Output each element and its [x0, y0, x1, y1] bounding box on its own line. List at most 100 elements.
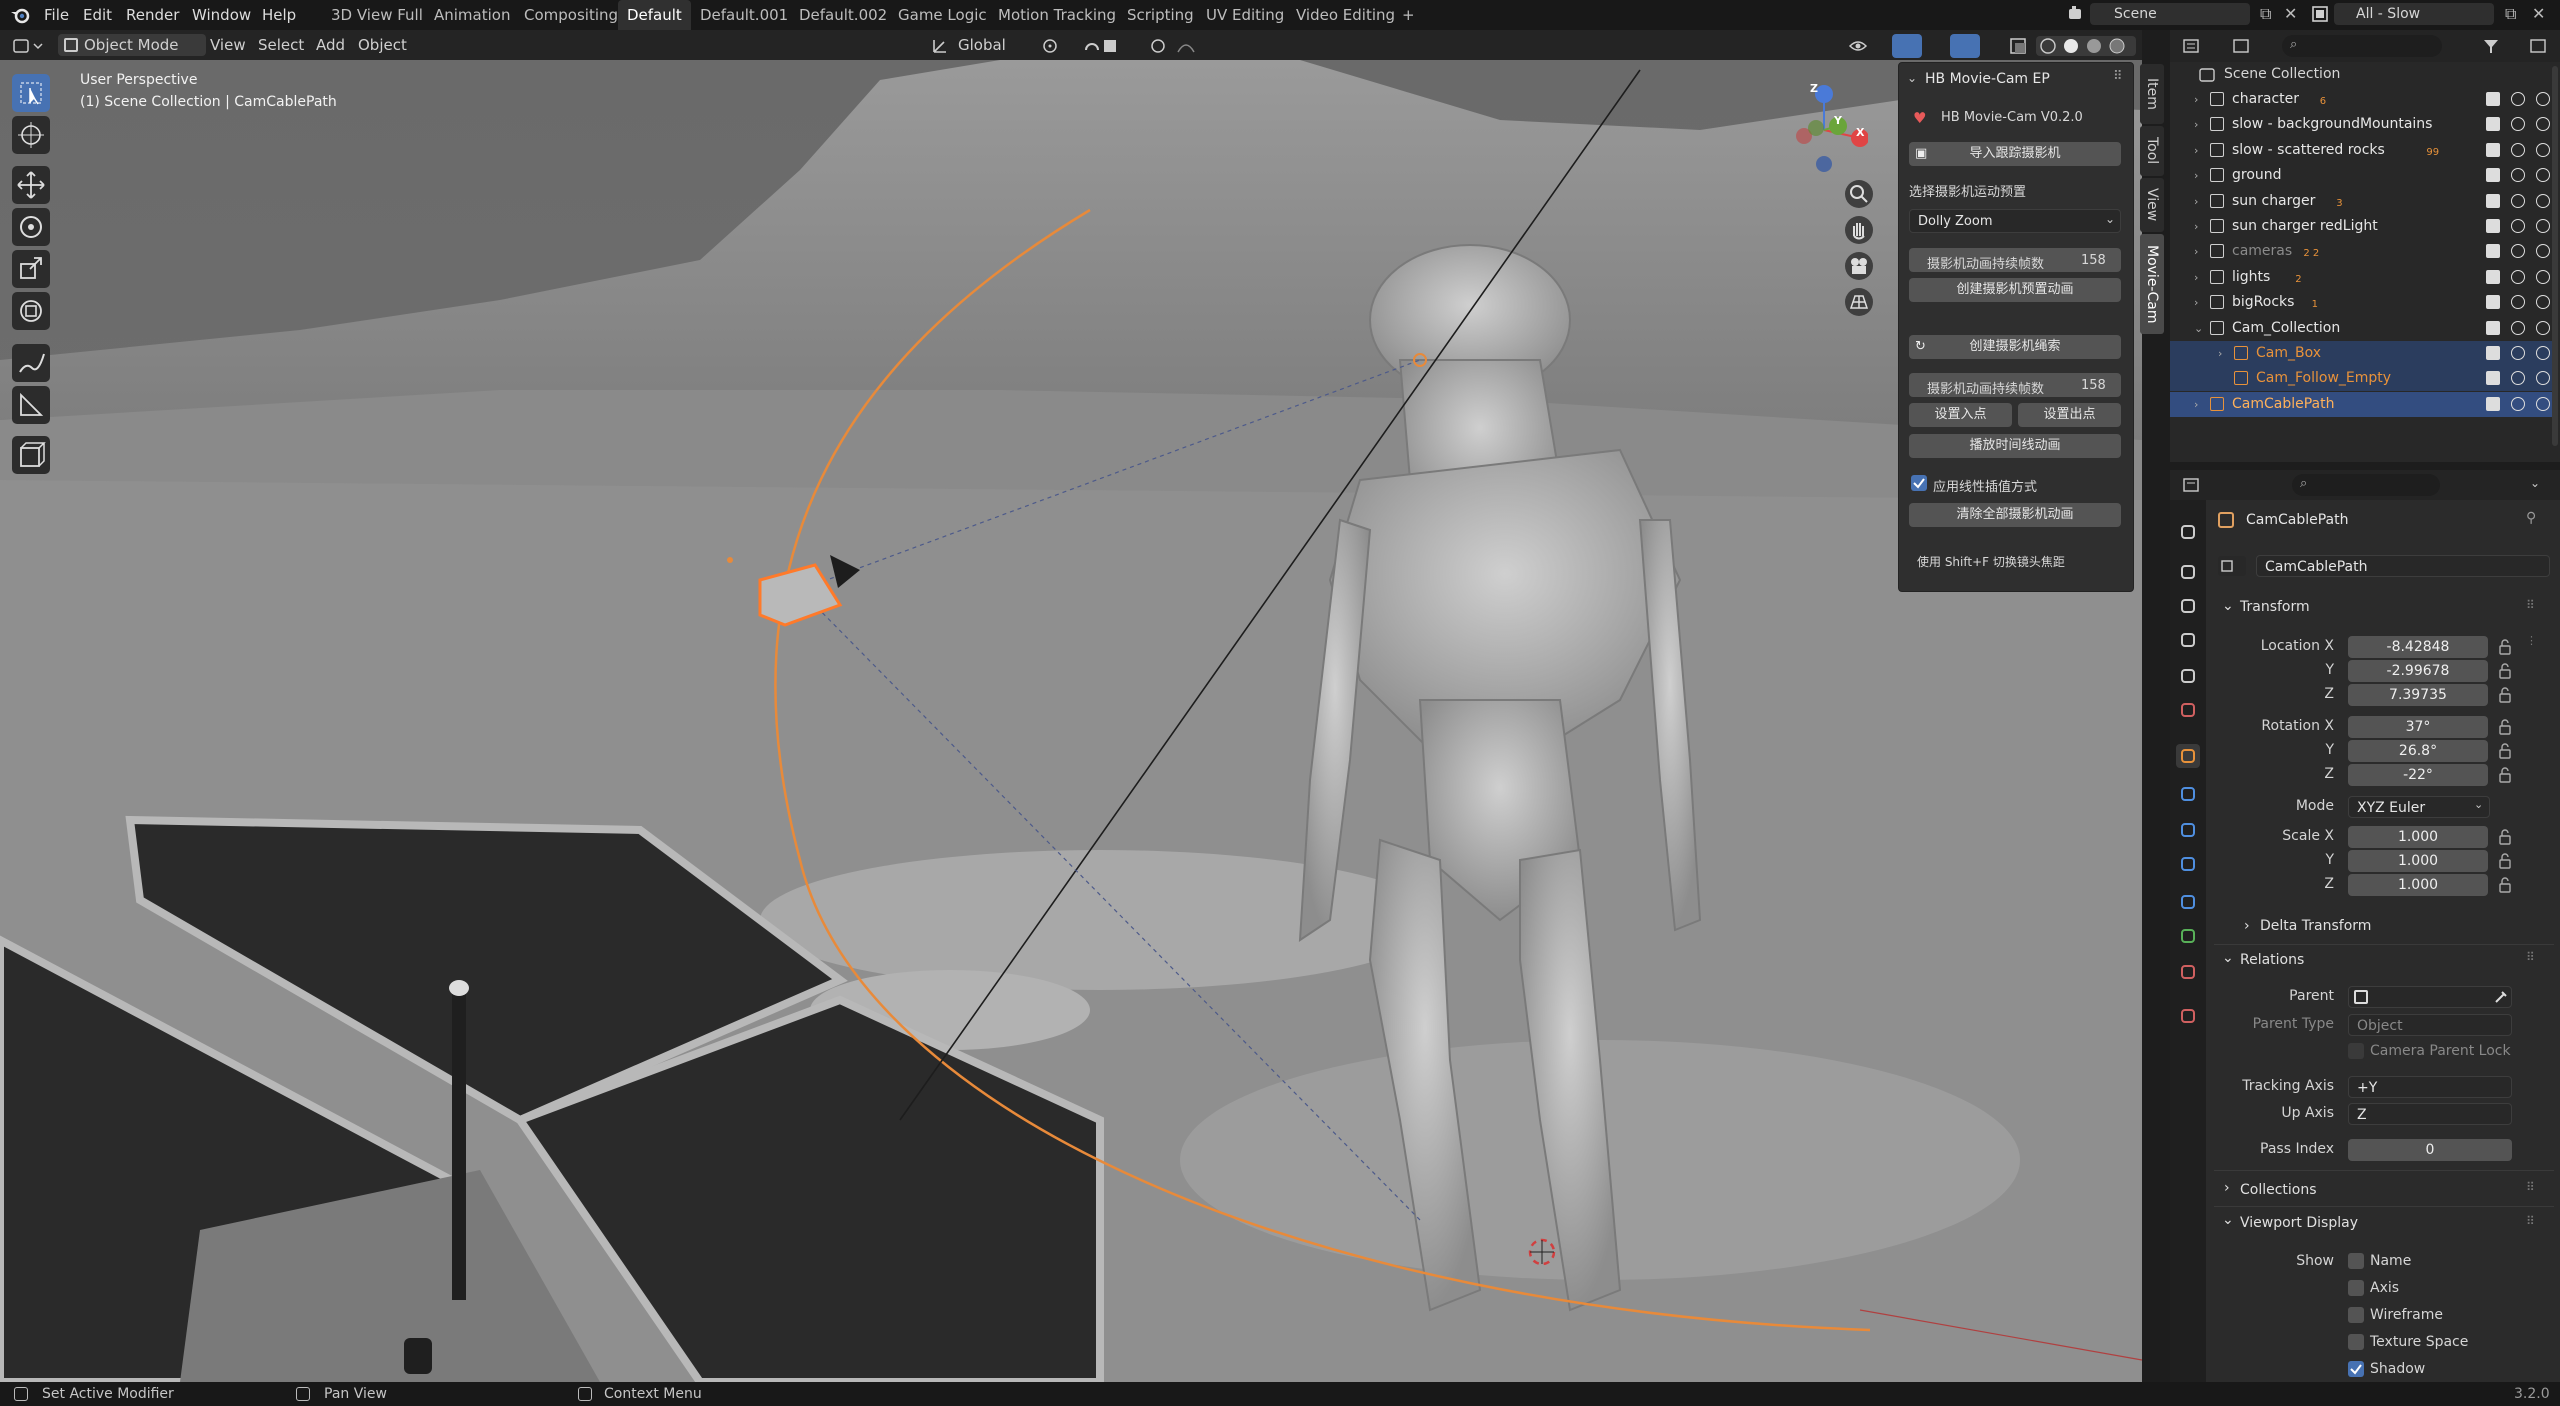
cursor-tool[interactable]	[12, 116, 50, 154]
delta-chevron-icon[interactable]: ›	[2244, 918, 2250, 934]
checkbox-icon[interactable]	[2486, 244, 2500, 259]
outliner-row-cam-follow-empty[interactable]: Cam_Follow_Empty	[2170, 366, 2552, 392]
menu-render[interactable]: Render	[126, 0, 179, 30]
eye-icon[interactable]	[2511, 142, 2525, 157]
navigation-gizmo[interactable]	[1788, 70, 1868, 180]
outliner-editor-icon[interactable]	[2182, 36, 2218, 56]
camera-render-icon[interactable]	[2536, 219, 2550, 233]
tab-default-002[interactable]: Default.002	[790, 0, 896, 30]
menu-add[interactable]: Add	[316, 34, 345, 56]
scale-y-field[interactable]: 1.000	[2348, 850, 2488, 872]
up-axis-dropdown[interactable]: Z	[2348, 1103, 2512, 1125]
outliner-row-cam-box[interactable]: › Cam_Box	[2170, 341, 2552, 366]
set-in-point-button[interactable]: 设置入点	[1909, 403, 2012, 427]
outliner-row-slow-scattered-rocks[interactable]: › slow - scattered rocks 99	[2170, 138, 2552, 163]
scene-selector[interactable]: Scene	[2090, 3, 2250, 25]
animate-property-icon[interactable]: ⋮	[2526, 634, 2537, 647]
gizmo-toggle-icon[interactable]	[1892, 34, 1922, 58]
linear-interpolation-checkbox[interactable]	[1911, 475, 1927, 491]
lock-icon[interactable]	[2496, 876, 2514, 894]
checkbox-icon[interactable]	[2486, 295, 2500, 310]
object-properties-icon[interactable]	[2176, 744, 2200, 768]
select-box-tool[interactable]	[12, 74, 50, 112]
location-z-field[interactable]: 7.39735	[2348, 684, 2488, 706]
close-view-layer-icon[interactable]: ✕	[2532, 4, 2545, 23]
scene-copy-icon[interactable]: ⧉	[2260, 4, 2271, 24]
outliner-row-ground[interactable]: › ground	[2170, 163, 2552, 188]
checkbox-icon[interactable]	[2486, 320, 2500, 335]
outliner-scrollbar[interactable]	[2552, 66, 2558, 446]
viewport-display-section-title[interactable]: Viewport Display	[2240, 1215, 2358, 1231]
move-tool[interactable]	[12, 166, 50, 204]
world-icon[interactable]	[2176, 698, 2200, 722]
eye-icon[interactable]	[2511, 320, 2525, 335]
outliner-row-camcablepath[interactable]: › CamCablePath	[2170, 391, 2552, 417]
tab-default[interactable]: Default	[618, 0, 691, 30]
transform-chevron-icon[interactable]: ⌄	[2222, 598, 2234, 614]
checkbox-icon[interactable]	[2486, 117, 2500, 132]
expand-chevron-icon[interactable]: ›	[2194, 265, 2198, 290]
tab-game-logic[interactable]: Game Logic	[889, 0, 996, 30]
camera-view-icon[interactable]	[1845, 252, 1873, 280]
camera-parent-lock-checkbox[interactable]	[2348, 1043, 2364, 1059]
tab-motion-tracking[interactable]: Motion Tracking	[989, 0, 1125, 30]
modifier-icon[interactable]	[2176, 782, 2200, 806]
expand-chevron-icon[interactable]: ›	[2194, 163, 2198, 188]
drag-handle-icon[interactable]: ⠿	[2113, 69, 2123, 84]
object-name-field[interactable]: CamCablePath	[2256, 555, 2550, 577]
expand-chevron-icon[interactable]: ›	[2194, 239, 2198, 264]
rotation-y-field[interactable]: 26.8°	[2348, 740, 2488, 762]
create-preset-button[interactable]: 创建摄影机预置动画	[1909, 278, 2121, 302]
delta-transform-title[interactable]: Delta Transform	[2260, 918, 2371, 934]
lock-icon[interactable]	[2496, 686, 2514, 704]
outliner-row-sun-charger-redlight[interactable]: › sun charger redLight	[2170, 214, 2552, 239]
menu-help[interactable]: Help	[262, 0, 296, 30]
expand-chevron-icon[interactable]: ›	[2194, 214, 2198, 239]
tab-animation[interactable]: Animation	[425, 0, 519, 30]
show-shadow-checkbox[interactable]	[2348, 1361, 2364, 1377]
set-out-point-button[interactable]: 设置出点	[2018, 403, 2121, 427]
eye-icon[interactable]	[2511, 269, 2525, 284]
parent-field[interactable]	[2348, 986, 2512, 1008]
scale-tool[interactable]	[12, 250, 50, 288]
play-timeline-button[interactable]: 播放时间线动画	[1909, 434, 2121, 458]
eye-icon[interactable]	[2511, 244, 2525, 259]
properties-search-input[interactable]	[2292, 474, 2440, 496]
transform-orientation-dropdown[interactable]: Global	[958, 34, 1026, 56]
menu-object[interactable]: Object	[358, 34, 407, 56]
eye-icon[interactable]	[2511, 346, 2525, 360]
transform-drag-icon[interactable]: ⠿	[2526, 598, 2535, 612]
object-mode-dropdown[interactable]: Object Mode	[58, 34, 206, 56]
zoom-icon[interactable]	[1845, 180, 1873, 208]
tab-view[interactable]: View	[2140, 178, 2164, 232]
menu-select[interactable]: Select	[258, 34, 304, 56]
transform-section-title[interactable]: Transform	[2240, 599, 2310, 615]
rotation-mode-dropdown[interactable]: XYZ Euler	[2348, 796, 2490, 818]
preset-dropdown[interactable]: Dolly Zoom	[1909, 209, 2121, 233]
camera-render-icon[interactable]	[2536, 269, 2550, 284]
viewport-display-chevron-icon[interactable]: ⌄	[2222, 1212, 2234, 1228]
rotation-z-field[interactable]: -22°	[2348, 764, 2488, 786]
properties-options-icon[interactable]: ⌄	[2530, 476, 2540, 490]
lock-icon[interactable]	[2496, 852, 2514, 870]
checkbox-icon[interactable]	[2486, 168, 2500, 183]
tool-settings-icon[interactable]	[2176, 520, 2200, 544]
scene-icon[interactable]	[2066, 4, 2086, 24]
expand-chevron-icon[interactable]: ›	[2194, 87, 2198, 112]
collections-drag-icon[interactable]: ⠿	[2526, 1180, 2535, 1194]
ortho-grid-icon[interactable]	[1845, 288, 1873, 316]
outliner-row-cam-collection[interactable]: ⌄ Cam_Collection	[2170, 316, 2552, 341]
pass-index-field[interactable]: 0	[2348, 1139, 2512, 1161]
xray-icon[interactable]	[2008, 36, 2028, 56]
checkbox-icon[interactable]	[2486, 92, 2500, 106]
collapse-chevron-icon[interactable]: ⌄	[1907, 71, 1917, 85]
output-icon[interactable]	[2176, 594, 2200, 618]
rotation-x-field[interactable]: 37°	[2348, 716, 2488, 738]
close-scene-icon[interactable]: ✕	[2284, 4, 2297, 23]
pivot-point-icon[interactable]	[1040, 36, 1076, 56]
render-icon[interactable]	[2176, 560, 2200, 584]
relations-section-title[interactable]: Relations	[2240, 952, 2304, 968]
outliner-row-slow-background-mountains[interactable]: › slow - backgroundMountains	[2170, 112, 2552, 137]
eye-icon[interactable]	[2511, 117, 2525, 132]
checkbox-icon[interactable]	[2486, 269, 2500, 284]
